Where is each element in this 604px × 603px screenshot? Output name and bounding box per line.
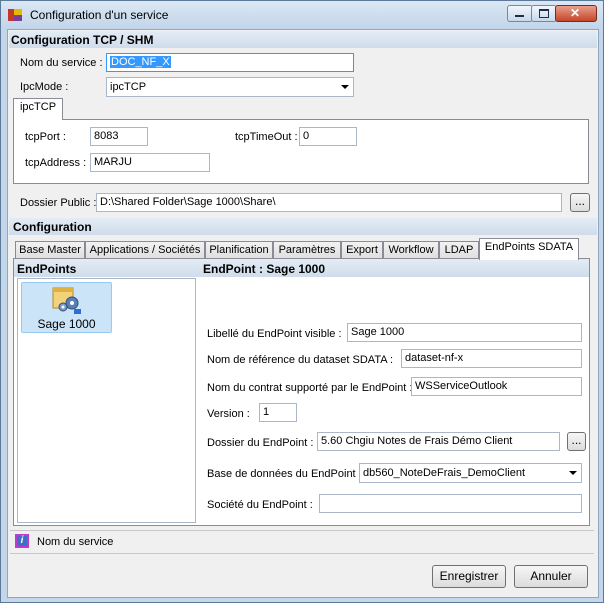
tab-endpoints-sdata[interactable]: EndPoints SDATA (479, 238, 579, 260)
close-icon: ✕ (570, 6, 581, 20)
tcpaddress-label: tcpAddress : (25, 157, 87, 169)
tab-planification[interactable]: Planification (205, 241, 273, 259)
list-item-label: Sage 1000 (37, 317, 96, 331)
database-label: Base de données du EndPoint : (207, 468, 362, 480)
status-bar: i Nom du service (10, 530, 594, 554)
tab-workflow[interactable]: Workflow (383, 241, 439, 259)
tcpaddress-field[interactable]: MARJU (90, 153, 210, 172)
company-field[interactable] (319, 494, 582, 513)
dataset-ref-field[interactable]: dataset-nf-x (401, 349, 582, 368)
database-select[interactable]: db560_NoteDeFrais_DemoClient (359, 463, 582, 483)
database-value: db560_NoteDeFrais_DemoClient (363, 467, 526, 479)
app-icon (8, 9, 22, 21)
visible-label-field[interactable]: Sage 1000 (347, 323, 582, 342)
visible-label-label: Libellé du EndPoint visible : (207, 328, 342, 340)
folder-field[interactable]: 5.60 Chgiu Notes de Frais Démo Client (317, 432, 560, 451)
public-folder-field[interactable]: D:\Shared Folder\Sage 1000\Share\ (96, 193, 562, 212)
tcptimeout-field[interactable]: 0 (299, 127, 357, 146)
endpoint-gears-icon (52, 287, 81, 314)
maximize-icon (539, 9, 549, 18)
ipctcp-panel: tcpPort : 8083 tcpTimeOut : 0 tcpAddress… (13, 119, 589, 184)
config-tabs: Base Master Applications / Sociétés Plan… (13, 238, 593, 260)
endpoints-list-title: EndPoints (17, 262, 77, 276)
service-name-label: Nom du service : (20, 57, 103, 69)
version-label: Version : (207, 408, 250, 420)
cancel-button[interactable]: Annuler (514, 565, 588, 588)
public-folder-browse-button[interactable]: ... (570, 193, 590, 212)
ipcmode-label: IpcMode : (20, 81, 69, 93)
public-folder-label: Dossier Public : (20, 197, 97, 209)
ipcmode-select[interactable]: ipcTCP (106, 77, 354, 97)
info-icon: i (15, 534, 29, 548)
tab-base-master[interactable]: Base Master (15, 241, 85, 259)
dataset-ref-label: Nom de référence du dataset SDATA : (207, 354, 394, 366)
status-text: Nom du service (37, 536, 114, 548)
close-button[interactable]: ✕ (555, 5, 597, 22)
config-section-title: Configuration (13, 220, 92, 234)
window: Configuration d'un service ✕ Configurati… (0, 0, 604, 603)
tcp-section-title: Configuration TCP / SHM (11, 33, 154, 47)
maximize-button[interactable] (531, 5, 557, 22)
service-name-field[interactable]: DOC_NF_X (106, 53, 354, 72)
tab-applications-societes[interactable]: Applications / Sociétés (85, 241, 205, 259)
minimize-button[interactable] (507, 5, 533, 22)
version-field[interactable]: 1 (259, 403, 297, 422)
tab-ldap[interactable]: LDAP (439, 241, 479, 259)
list-item[interactable]: Sage 1000 (21, 282, 112, 333)
chevron-down-icon (569, 471, 577, 475)
tab-ipctcp[interactable]: ipcTCP (13, 98, 63, 120)
contract-field[interactable]: WSServiceOutlook (411, 377, 582, 396)
endpoint-detail-title: EndPoint : Sage 1000 (203, 262, 326, 276)
dialog-body: Configuration TCP / SHM Nom du service :… (7, 29, 599, 598)
tcpport-label: tcpPort : (25, 131, 66, 143)
tcpport-field[interactable]: 8083 (90, 127, 148, 146)
config-section-header-bar (9, 218, 597, 235)
folder-browse-button[interactable]: ... (567, 432, 586, 451)
contract-label: Nom du contrat supporté par le EndPoint … (207, 382, 413, 394)
minimize-icon (515, 15, 524, 17)
folder-label: Dossier du EndPoint : (207, 437, 314, 449)
chevron-down-icon (341, 85, 349, 89)
tab-parametres[interactable]: Paramètres (273, 241, 341, 259)
save-button[interactable]: Enregistrer (432, 565, 506, 588)
endpoints-list[interactable]: Sage 1000 (17, 278, 196, 523)
window-title: Configuration d'un service (30, 8, 169, 22)
tab-export[interactable]: Export (341, 241, 383, 259)
service-name-value: DOC_NF_X (110, 56, 171, 68)
ipcmode-value: ipcTCP (110, 81, 147, 93)
company-label: Société du EndPoint : (207, 499, 313, 511)
endpoints-panel: EndPoints EndPoint : Sage 1000 Sage 1000 (13, 258, 590, 526)
title-bar[interactable]: Configuration d'un service ✕ (1, 1, 603, 29)
tcptimeout-label: tcpTimeOut : (235, 131, 298, 143)
